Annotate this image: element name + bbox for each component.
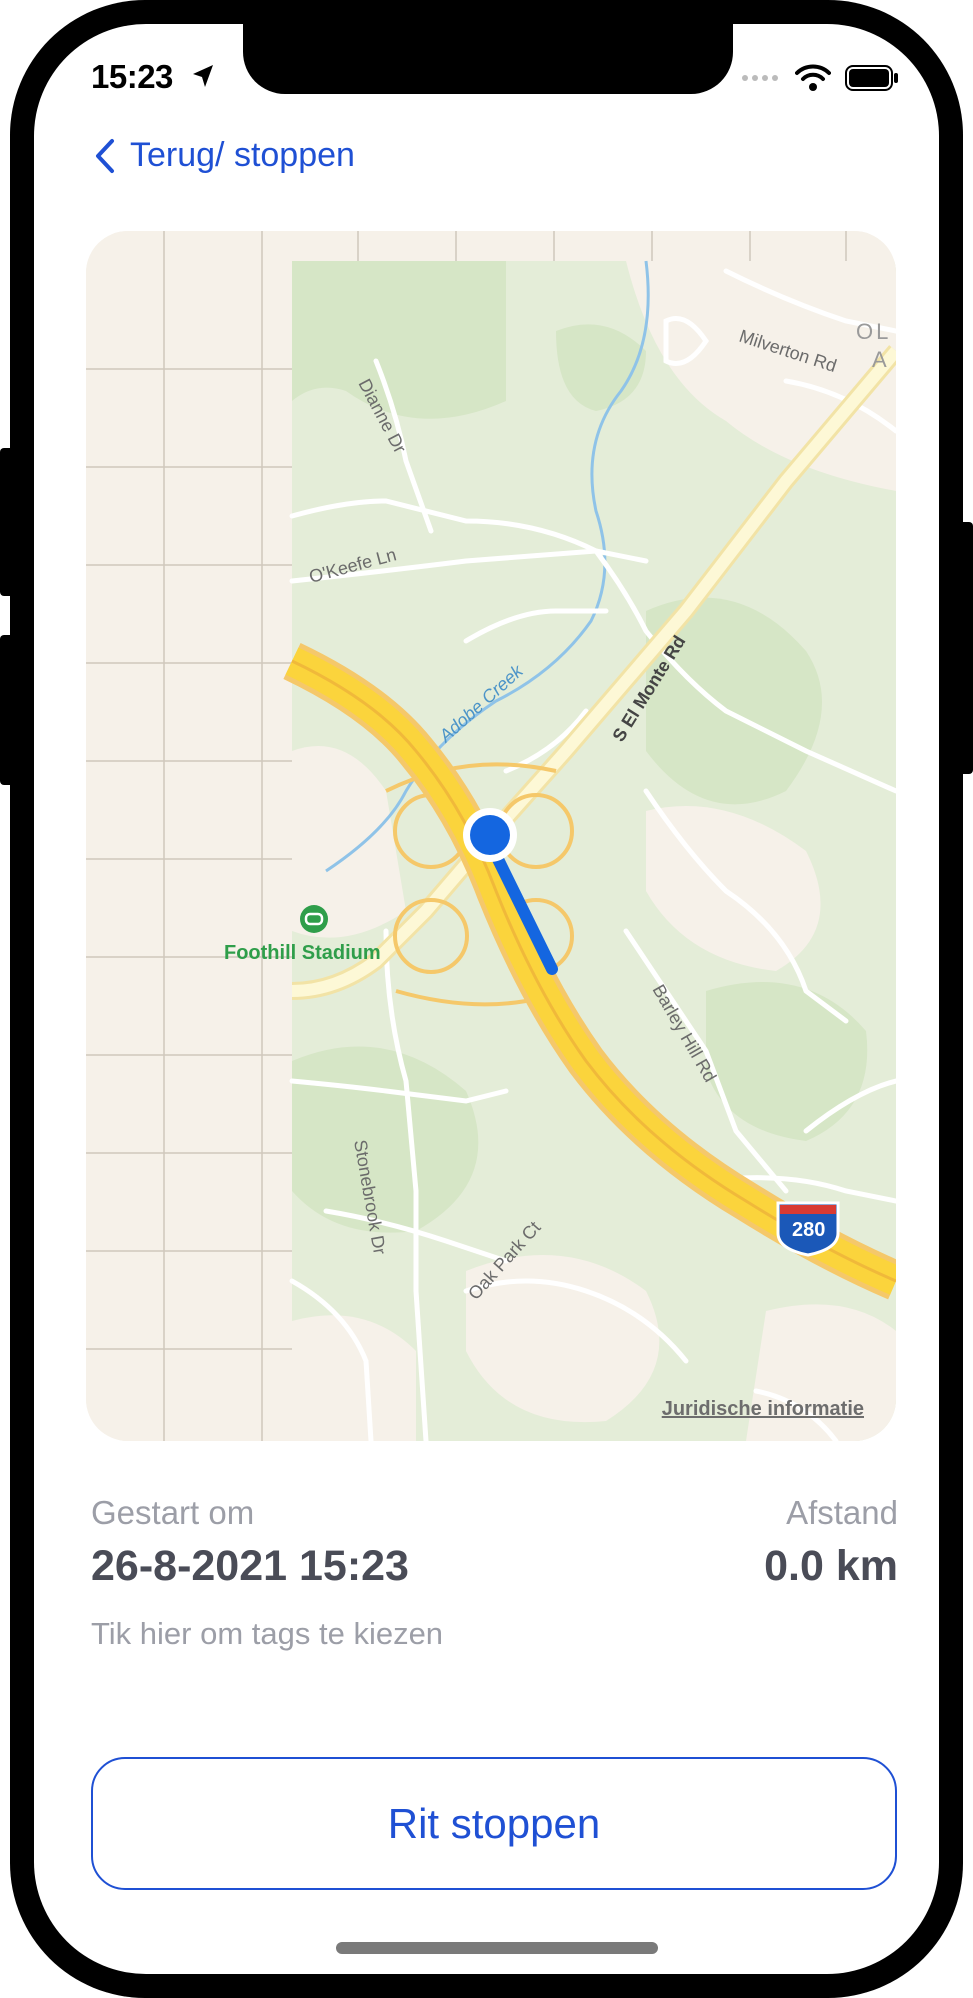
map-view[interactable]: Milverton Rd Dianne Dr O'Keefe Ln Adobe … (86, 231, 896, 1441)
choose-tags-link[interactable]: Tik hier om tags te kiezen (91, 1616, 443, 1652)
home-indicator[interactable] (336, 1942, 658, 1954)
status-icons (741, 64, 899, 92)
cell-signal-icon (742, 75, 778, 81)
highway-shield-label: 280 (792, 1219, 825, 1241)
location-dot (470, 815, 510, 855)
back-button-label: Terug/ stoppen (130, 136, 355, 174)
location-arrow-icon (193, 65, 213, 87)
back-button[interactable]: Terug/ stoppen (94, 136, 355, 175)
start-time-label: Gestart om (91, 1494, 255, 1531)
map-label-edge-1: OL (856, 319, 891, 344)
battery-icon (845, 65, 898, 91)
phone-body: 15:23 Terug/ stoppen Milverton Rd Dianne… (10, 0, 963, 1998)
distance-label: Afstand (786, 1494, 898, 1531)
legal-info-link[interactable]: Juridische informatie (662, 1398, 864, 1421)
stadium-icon (300, 905, 328, 933)
status-time: 15:23 (91, 58, 173, 95)
device-frame: 15:23 Terug/ stoppen Milverton Rd Dianne… (0, 0, 973, 1998)
map-canvas: Milverton Rd Dianne Dr O'Keefe Ln Adobe … (86, 231, 896, 1441)
screen: 15:23 Terug/ stoppen Milverton Rd Dianne… (34, 24, 939, 1974)
wifi-icon (795, 64, 831, 91)
map-label-edge-2: A (872, 347, 887, 372)
distance-value: 0.0 km (764, 1542, 898, 1590)
notch (243, 24, 733, 94)
start-time-value: 26-8-2021 15:23 (91, 1542, 409, 1590)
stop-trip-button[interactable]: Rit stoppen (91, 1757, 897, 1890)
map-label-stadium: Foothill Stadium (224, 942, 381, 964)
stop-trip-label: Rit stoppen (387, 1799, 601, 1847)
chevron-left-icon (96, 138, 114, 173)
